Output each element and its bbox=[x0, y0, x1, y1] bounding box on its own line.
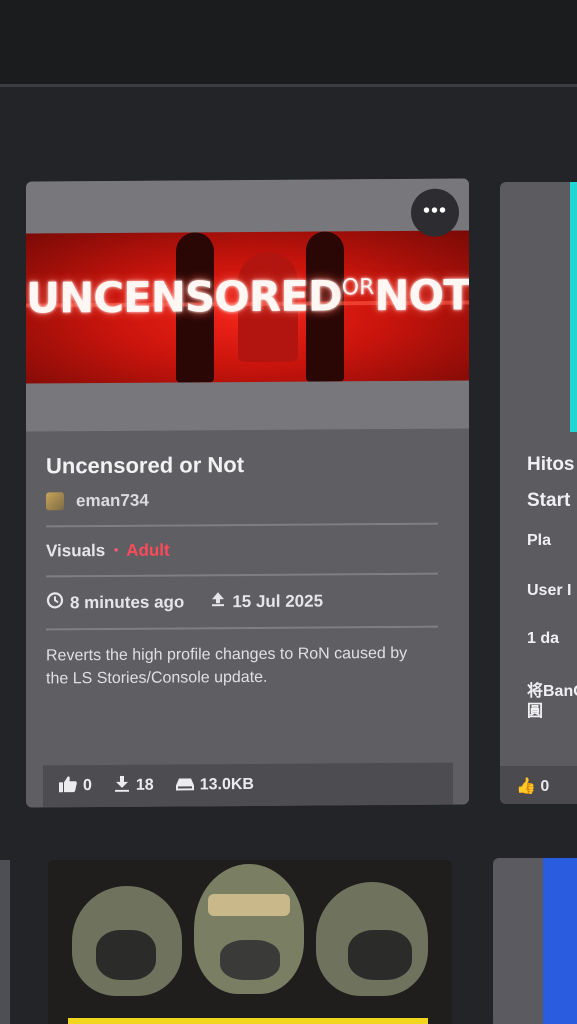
tag-separator: • bbox=[113, 542, 119, 557]
size-stat: 13.0KB bbox=[175, 775, 254, 796]
author-name[interactable]: eman734 bbox=[76, 491, 149, 512]
partial-stats-bar: 👍 0 bbox=[500, 766, 577, 804]
card-info: Uncensored or Not eman734 Visuals • Adul… bbox=[46, 429, 449, 691]
partial-likes-count: 0 bbox=[540, 778, 550, 795]
author-row[interactable]: eman734 bbox=[46, 489, 449, 512]
divider bbox=[46, 625, 438, 631]
mod-card-partial-right[interactable]: Hitos Start Pla User I 1 da 将BanG 圓 👍 0 bbox=[500, 182, 577, 804]
dates-row: 8 minutes ago 15 Jul 2025 bbox=[46, 589, 449, 615]
thumbs-up-icon bbox=[59, 775, 77, 797]
partial-category[interactable]: User I bbox=[527, 582, 571, 600]
thumbs-up-icon: 👍 bbox=[516, 778, 541, 795]
mod-card-bottom[interactable] bbox=[48, 860, 452, 1024]
top-bar bbox=[0, 0, 577, 86]
partial-description-line2: 圓 bbox=[527, 703, 544, 720]
card-thumbnail-area[interactable]: UNCENSOREDORNOT ••• bbox=[26, 178, 469, 432]
upload-date: 15 Jul 2025 bbox=[232, 590, 324, 611]
card-thumbnail-partial[interactable] bbox=[570, 182, 577, 432]
mod-title[interactable]: Uncensored or Not bbox=[46, 451, 449, 480]
thumbnail-mask-left bbox=[96, 930, 156, 980]
tags-row: Visuals • Adult bbox=[46, 539, 449, 562]
author-avatar bbox=[46, 492, 64, 511]
likes-stat[interactable]: 0 bbox=[59, 775, 92, 797]
divider bbox=[46, 572, 438, 578]
card-thumbnail-partial[interactable] bbox=[543, 858, 577, 1024]
file-size: 13.0KB bbox=[199, 775, 254, 794]
download-icon bbox=[114, 775, 130, 796]
downloads-count: 18 bbox=[135, 776, 154, 794]
adult-tag[interactable]: Adult bbox=[126, 541, 169, 560]
drive-icon bbox=[175, 775, 194, 795]
thumbnail-mask-center bbox=[220, 940, 280, 980]
category-tag[interactable]: Visuals bbox=[46, 541, 105, 560]
downloads-stat: 18 bbox=[114, 775, 154, 796]
mod-card-partial-left[interactable] bbox=[0, 860, 10, 1024]
divider bbox=[46, 522, 438, 528]
thumbnail-title-strip bbox=[68, 1018, 428, 1024]
updated-time: 8 minutes ago bbox=[70, 591, 185, 612]
top-bar-divider bbox=[0, 84, 577, 87]
more-options-button[interactable]: ••• bbox=[411, 188, 459, 237]
mod-card-bottom-right[interactable] bbox=[493, 858, 577, 1024]
likes-count: 0 bbox=[83, 777, 92, 795]
stats-bar: 0 18 13.0KB bbox=[43, 762, 453, 808]
partial-updated: 1 da bbox=[527, 630, 560, 647]
thumbnail-mask-right bbox=[348, 930, 412, 980]
partial-author[interactable]: Pla bbox=[527, 532, 551, 550]
card-banner-image[interactable]: UNCENSOREDORNOT bbox=[26, 230, 469, 384]
clock-icon bbox=[46, 591, 64, 614]
banner-title-mid: OR bbox=[341, 275, 375, 301]
upload-icon bbox=[210, 591, 226, 612]
banner-title-left: UNCENSORED bbox=[26, 271, 342, 323]
more-horizontal-icon: ••• bbox=[422, 199, 447, 222]
partial-title-line1[interactable]: Hitos bbox=[527, 454, 575, 476]
mod-card[interactable]: UNCENSOREDORNOT ••• Uncensored or Not em… bbox=[26, 178, 469, 808]
partial-title-line2[interactable]: Start bbox=[527, 490, 570, 512]
banner-title-right: NOT bbox=[374, 270, 469, 321]
banner-title: UNCENSOREDORNOT bbox=[26, 270, 469, 322]
thumbnail-visor bbox=[208, 894, 290, 916]
mod-description: Reverts the high profile changes to RoN … bbox=[46, 644, 408, 688]
